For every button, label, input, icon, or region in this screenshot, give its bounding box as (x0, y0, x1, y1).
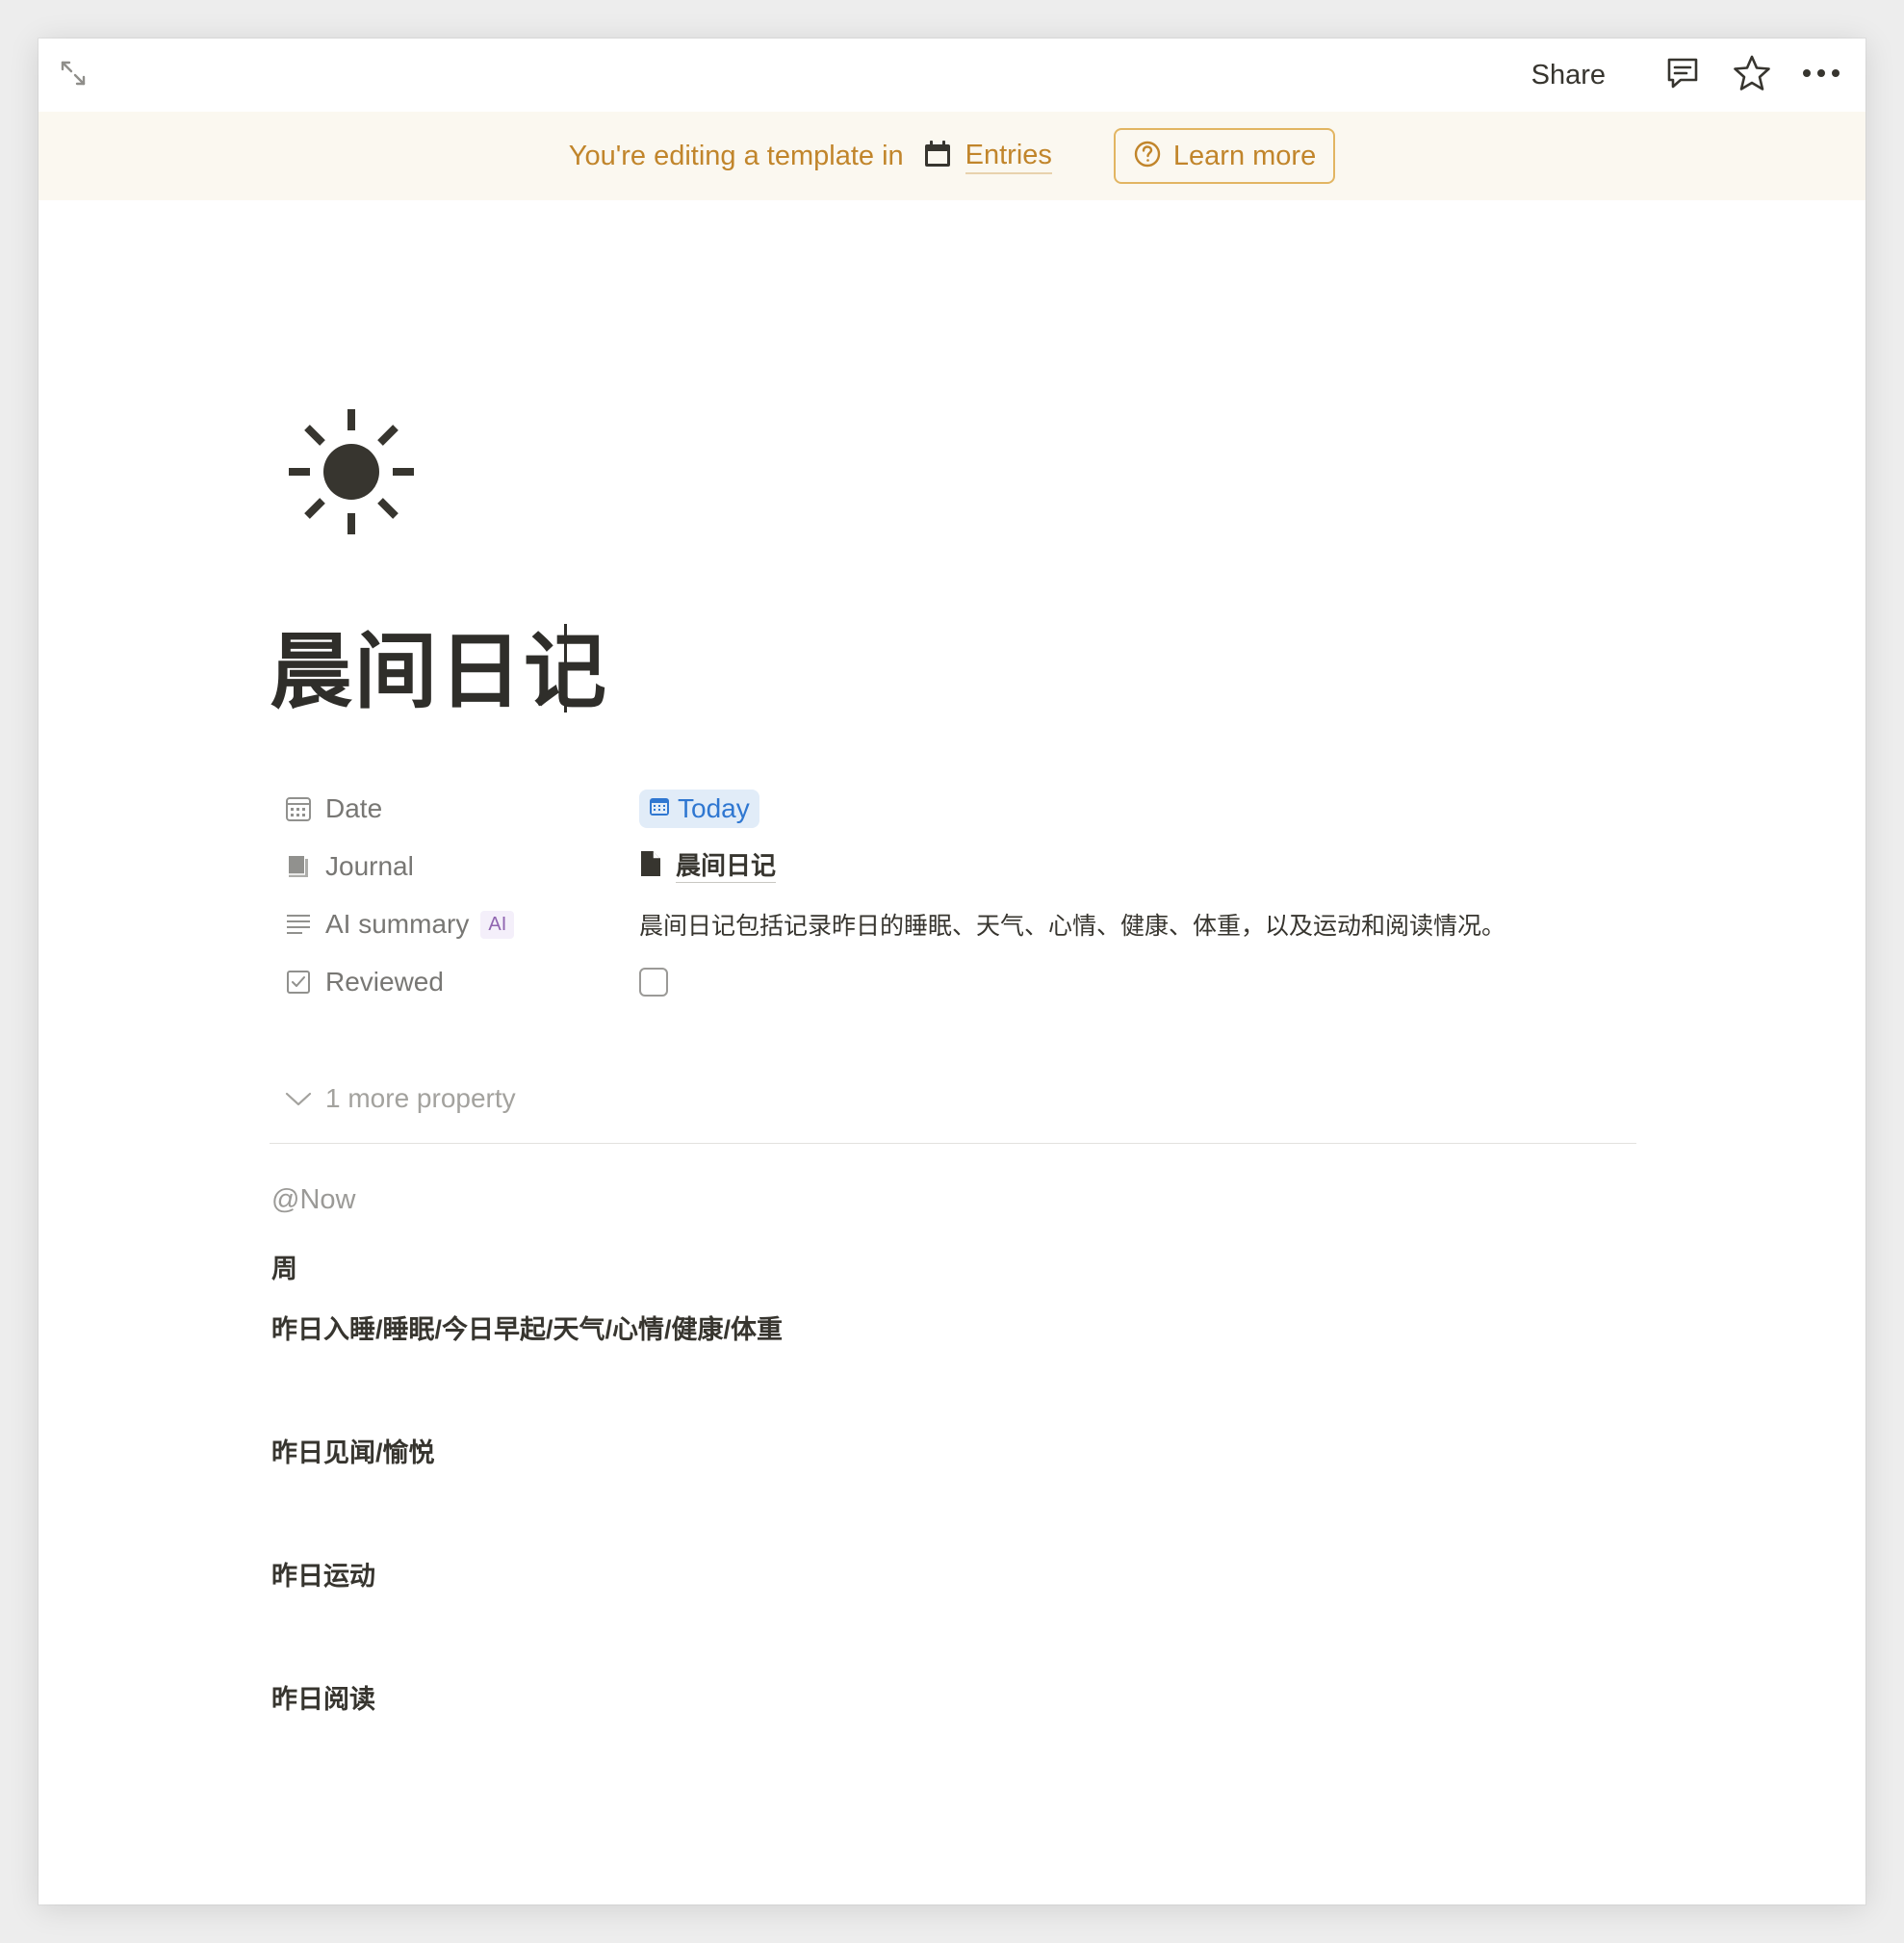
database-name: Entries (965, 138, 1052, 175)
mention-text: @Now (271, 1184, 356, 1215)
lines-icon (283, 909, 314, 940)
share-button[interactable]: Share (1531, 60, 1606, 91)
heading-reading[interactable]: 昨日阅读 (271, 1678, 375, 1716)
divider (270, 1143, 1636, 1144)
star-icon (1733, 54, 1771, 97)
date-chip[interactable]: Today (639, 790, 759, 828)
expand-icon (59, 59, 88, 92)
chevron-down-icon (283, 1083, 314, 1114)
property-reviewed: Reviewed (270, 953, 1636, 1011)
more-properties-label: 1 more property (325, 1083, 516, 1113)
property-journal-value: 晨间日记 (639, 838, 777, 895)
property-date-name[interactable]: Date (270, 780, 578, 838)
more-button[interactable] (1800, 54, 1842, 96)
banner-database-link[interactable]: Entries (923, 138, 1052, 175)
reviewed-checkbox[interactable] (639, 968, 668, 997)
sun-icon[interactable] (279, 400, 424, 544)
property-label: Date (325, 793, 383, 823)
relation-label: 晨间日记 (676, 850, 777, 884)
calendar-icon (283, 793, 314, 824)
calendar-icon (649, 796, 670, 822)
property-date-value: Today (639, 780, 759, 838)
help-icon (1133, 140, 1162, 173)
comment-icon (1664, 55, 1701, 96)
now-mention[interactable]: @Now (271, 1184, 355, 1216)
property-ai-summary-value[interactable]: 晨间日记包括记录昨日的睡眠、天气、心情、健康、体重，以及运动和阅读情况。 (639, 895, 1505, 953)
learn-more-label: Learn more (1172, 140, 1317, 171)
template-banner: You're editing a template in Entries Lea… (39, 112, 1865, 200)
learn-more-button[interactable]: Learn more (1113, 128, 1336, 184)
calendar-icon (923, 140, 952, 173)
property-date: Date Today (270, 780, 1636, 838)
book-icon (283, 851, 314, 882)
checkbox-icon (283, 967, 314, 997)
ellipsis-icon (1802, 66, 1840, 84)
comments-button[interactable] (1661, 54, 1704, 96)
top-actions: Share (1531, 52, 1842, 98)
property-reviewed-value (639, 953, 668, 1011)
page-icon (639, 850, 662, 882)
property-ai-summary-name[interactable]: AI summary AI (270, 895, 578, 953)
property-label: Reviewed (325, 967, 444, 997)
property-journal-name[interactable]: Journal (270, 838, 578, 895)
property-ai-summary: AI summary AI 晨间日记包括记录昨日的睡眠、天气、心情、健康、体重，… (270, 895, 1636, 953)
topbar: Share (39, 39, 1865, 112)
ai-summary-text: 晨间日记包括记录昨日的睡眠、天气、心情、健康、体重，以及运动和阅读情况。 (639, 913, 1506, 940)
property-label: AI summary (325, 909, 470, 939)
journal-relation-link[interactable]: 晨间日记 (639, 850, 777, 884)
heading-week[interactable]: 周 (271, 1248, 297, 1285)
property-label: Journal (325, 851, 414, 881)
heading-sleep-weather[interactable]: 昨日入睡/睡眠/今日早起/天气/心情/健康/体重 (271, 1308, 783, 1346)
property-journal: Journal 晨间日记 (270, 838, 1636, 895)
page-title[interactable]: 晨间日记 (270, 631, 608, 713)
heading-experiences[interactable]: 昨日见闻/愉悦 (271, 1432, 435, 1469)
banner-text: You're editing a template in (568, 140, 904, 171)
page-window: Share You're editing a template in Entri… (39, 39, 1865, 1904)
date-value: Today (678, 793, 750, 823)
more-properties-toggle[interactable]: 1 more property (270, 1070, 516, 1127)
property-reviewed-name[interactable]: Reviewed (270, 953, 578, 1011)
text-cursor (564, 624, 567, 712)
expand-button[interactable] (54, 56, 92, 94)
ai-badge: AI (480, 910, 515, 939)
favorite-button[interactable] (1731, 54, 1773, 96)
heading-exercise[interactable]: 昨日运动 (271, 1555, 375, 1593)
